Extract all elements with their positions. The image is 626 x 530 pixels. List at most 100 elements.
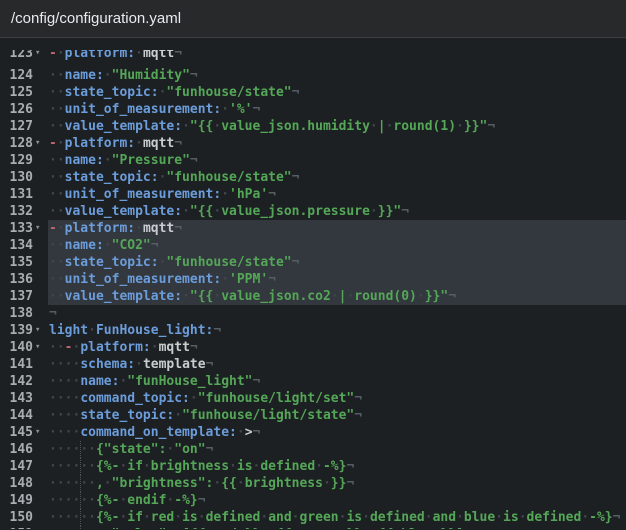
- code-line-content[interactable]: ··name:·"Humidity"¬: [48, 67, 626, 84]
- code-line[interactable]: 135 ··state_topic:·"funhouse/state"¬: [0, 254, 626, 271]
- line-number[interactable]: 147: [10, 458, 33, 475]
- gutter-cell[interactable]: 124: [0, 67, 48, 84]
- code-line-content[interactable]: ··unit_of_measurement:·'hPa'¬: [48, 186, 626, 203]
- gutter-cell[interactable]: 136: [0, 271, 48, 288]
- code-line[interactable]: 130··state_topic:·"funhouse/state"¬: [0, 169, 626, 186]
- code-line-content[interactable]: -·platform:·mqtt¬: [48, 50, 626, 62]
- code-line-content[interactable]: ······{%-·if·red·is·defined·and·green·is…: [48, 509, 626, 526]
- code-line[interactable]: 140▾ ··-·platform:·mqtt¬: [0, 339, 626, 356]
- line-number[interactable]: 143: [10, 390, 33, 407]
- code-line-content[interactable]: ··name:·"Pressure"¬: [48, 152, 626, 169]
- gutter-cell[interactable]: 141: [0, 356, 48, 373]
- gutter-cell[interactable]: 130: [0, 169, 48, 186]
- code-line-content[interactable]: ··name:·"CO2"¬: [48, 237, 626, 254]
- gutter-cell[interactable]: 123▾: [0, 50, 48, 62]
- gutter-cell[interactable]: 143: [0, 390, 48, 407]
- gutter-cell[interactable]: 135: [0, 254, 48, 271]
- gutter-cell[interactable]: 150: [0, 509, 48, 526]
- code-line-content[interactable]: ······{%-·if·brightness·is·defined·-%}¬: [48, 458, 626, 475]
- code-line-content[interactable]: ····name:·"funHouse_light"¬: [48, 373, 626, 390]
- code-line-content[interactable]: ¬: [48, 305, 626, 322]
- gutter-cell[interactable]: 129: [0, 152, 48, 169]
- line-number[interactable]: 130: [10, 169, 33, 186]
- line-number[interactable]: 123: [10, 50, 33, 62]
- gutter-cell[interactable]: 134: [0, 237, 48, 254]
- line-number[interactable]: 141: [10, 356, 33, 373]
- code-line-content[interactable]: -·platform:·mqtt¬: [48, 220, 626, 237]
- line-number[interactable]: 142: [10, 373, 33, 390]
- code-line-content[interactable]: ··value_template:·"{{·value_json.humidit…: [48, 118, 626, 135]
- code-line[interactable]: 127 ··value_template:·"{{·value_json.humi…: [0, 118, 626, 135]
- gutter-cell[interactable]: 145▾: [0, 424, 48, 441]
- line-number[interactable]: 148: [10, 475, 33, 492]
- line-number[interactable]: 137: [10, 288, 33, 305]
- code-line[interactable]: 131 ··unit_of_measurement:·'hPa'¬: [0, 186, 626, 203]
- gutter-cell[interactable]: 149: [0, 492, 48, 509]
- code-line-content[interactable]: ··unit_of_measurement:·'PPM'¬: [48, 271, 626, 288]
- code-line-content[interactable]: ······{"state":·"on"¬: [48, 441, 626, 458]
- code-line[interactable]: 147 ······{%-·if·brightness·is·defined·-%…: [0, 458, 626, 475]
- code-line-content[interactable]: light·FunHouse_light:¬: [48, 322, 626, 339]
- code-line-content[interactable]: ····command_topic:·"funhouse/light/set"¬: [48, 390, 626, 407]
- code-editor[interactable]: 123▾-·platform:·mqtt¬124··name:·"Humidit…: [0, 38, 626, 529]
- gutter-cell[interactable]: 147: [0, 458, 48, 475]
- fold-arrow-icon[interactable]: ▾: [35, 339, 40, 356]
- gutter-cell[interactable]: 137: [0, 288, 48, 305]
- gutter-cell[interactable]: 142: [0, 373, 48, 390]
- line-number[interactable]: 144: [10, 407, 33, 424]
- gutter-cell[interactable]: 144: [0, 407, 48, 424]
- line-number[interactable]: 149: [10, 492, 33, 509]
- line-number[interactable]: 125: [10, 84, 33, 101]
- code-line-content[interactable]: ······{%-·endif·-%}¬: [48, 492, 626, 509]
- code-line-content[interactable]: ··-·platform:·mqtt¬: [48, 339, 626, 356]
- gutter-cell[interactable]: 127: [0, 118, 48, 135]
- fold-arrow-icon[interactable]: ▾: [35, 220, 40, 237]
- gutter-cell[interactable]: 131: [0, 186, 48, 203]
- code-line-content[interactable]: ··state_topic:·"funhouse/state"¬: [48, 254, 626, 271]
- code-line-content[interactable]: ····command_on_template:·>¬: [48, 424, 626, 441]
- code-line[interactable]: 150 ······{%-·if·red·is·defined·and·green…: [0, 509, 626, 526]
- line-number[interactable]: 131: [10, 186, 33, 203]
- code-line-content[interactable]: ······,·"brightness":·{{·brightness·}}¬: [48, 475, 626, 492]
- gutter-cell[interactable]: 151: [0, 526, 48, 529]
- code-line[interactable]: 124 ··name:·"Humidity"¬: [0, 67, 626, 84]
- line-number[interactable]: 136: [10, 271, 33, 288]
- line-number[interactable]: 140: [10, 339, 33, 356]
- code-line[interactable]: 145▾····command_on_template:·>¬: [0, 424, 626, 441]
- line-number[interactable]: 124: [10, 67, 33, 84]
- line-number[interactable]: 126: [10, 101, 33, 118]
- code-line[interactable]: 148 ······,·"brightness":·{{·brightness·}…: [0, 475, 626, 492]
- gutter-cell[interactable]: 138: [0, 305, 48, 322]
- gutter-cell[interactable]: 126: [0, 101, 48, 118]
- line-number[interactable]: 134: [10, 237, 33, 254]
- code-line-content[interactable]: ··value_template:·"{{·value_json.co2·|·r…: [48, 288, 626, 305]
- code-line[interactable]: 126··unit_of_measurement:·'%'¬: [0, 101, 626, 118]
- line-number[interactable]: 145: [10, 424, 33, 441]
- line-number[interactable]: 139: [10, 322, 33, 339]
- code-line[interactable]: 146 ······{"state":·"on"¬: [0, 441, 626, 458]
- code-line[interactable]: 132··value_template:·"{{·value_json.pres…: [0, 203, 626, 220]
- line-number[interactable]: 133: [10, 220, 33, 237]
- gutter-cell[interactable]: 139▾: [0, 322, 48, 339]
- code-line[interactable]: 128▾-·platform:·mqtt¬: [0, 135, 626, 152]
- line-number[interactable]: 138: [10, 305, 33, 322]
- fold-arrow-icon[interactable]: ▾: [35, 424, 40, 441]
- line-number[interactable]: 146: [10, 441, 33, 458]
- code-line[interactable]: 134 ··name:·"CO2"¬: [0, 237, 626, 254]
- gutter-cell[interactable]: 125: [0, 84, 48, 101]
- line-number[interactable]: 135: [10, 254, 33, 271]
- code-line[interactable]: 144 ····state_topic:·"funhouse/light/stat…: [0, 407, 626, 424]
- gutter-cell[interactable]: 132: [0, 203, 48, 220]
- line-number[interactable]: 128: [10, 135, 33, 152]
- line-number[interactable]: 127: [10, 118, 33, 135]
- code-line-content[interactable]: ····state_topic:·"funhouse/light/state"¬: [48, 407, 626, 424]
- code-line-content[interactable]: ··state_topic:·"funhouse/state"¬: [48, 84, 626, 101]
- code-line[interactable]: 151······,·"color":·[{{·red·}},·{{·green…: [0, 526, 626, 529]
- code-line-content[interactable]: ····schema:·template¬: [48, 356, 626, 373]
- fold-arrow-icon[interactable]: ▾: [35, 50, 40, 62]
- code-line[interactable]: 133▾ -·platform:·mqtt¬: [0, 220, 626, 237]
- line-number[interactable]: 150: [10, 509, 33, 526]
- code-line[interactable]: 142 ····name:·"funHouse_light"¬: [0, 373, 626, 390]
- gutter-cell[interactable]: 128▾: [0, 135, 48, 152]
- line-number[interactable]: 132: [10, 203, 33, 220]
